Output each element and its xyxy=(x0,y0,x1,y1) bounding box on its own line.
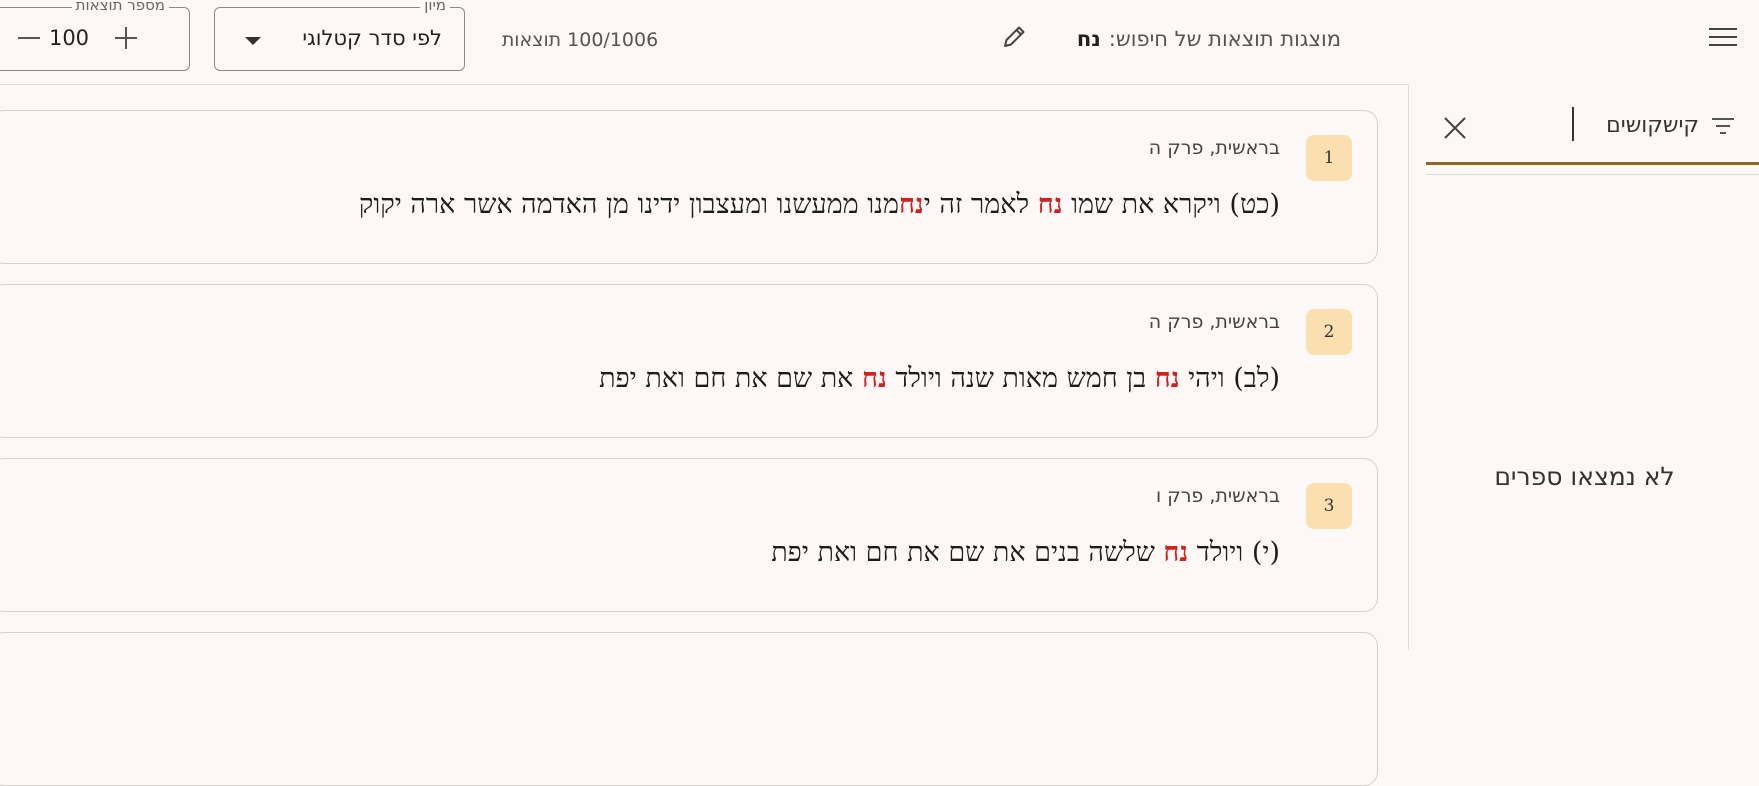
highlighted-term: נח xyxy=(861,363,887,394)
sort-legend: מיון xyxy=(420,0,450,14)
result-card[interactable] xyxy=(0,632,1378,786)
chevron-down-icon xyxy=(245,37,261,45)
highlighted-term: נח xyxy=(1163,537,1189,568)
hamburger-menu-icon[interactable] xyxy=(1708,22,1738,52)
results-number-stepper[interactable]: מספר תוצאות 100 xyxy=(0,0,190,71)
result-card[interactable]: 2 בראשית, פרק ה (לב) ויהי נח בן חמש מאות… xyxy=(0,284,1378,438)
search-term: נח xyxy=(1076,27,1101,51)
no-books-message: לא נמצאו ספרים xyxy=(1494,462,1675,491)
highlighted-term: נח xyxy=(898,189,924,220)
search-summary: מוצגות תוצאות של חיפוש: נח xyxy=(1077,22,1341,56)
sort-value: לפי סדר קטלוגי xyxy=(302,26,442,50)
sort-dropdown[interactable]: מיון לפי סדר קטלוגי xyxy=(214,0,465,71)
top-bar: מוצגות תוצאות של חיפוש: נח 100/1006 תוצאו… xyxy=(0,0,1759,85)
search-prefix: מוצגות תוצאות של חיפוש: xyxy=(1108,27,1341,51)
book-filter-input[interactable]: קישקושים xyxy=(1529,106,1699,146)
plus-icon[interactable] xyxy=(111,23,141,53)
edit-pencil-icon[interactable] xyxy=(999,22,1029,52)
books-filter-sidebar: קישקושים לא נמצאו ספרים xyxy=(1408,84,1759,650)
highlighted-term: נח xyxy=(1037,189,1063,220)
text-cursor xyxy=(1572,107,1574,141)
result-number-badge: 3 xyxy=(1306,483,1352,529)
result-number-badge: 1 xyxy=(1306,135,1352,181)
result-reference: בראשית, פרק ה xyxy=(1148,137,1280,159)
result-verse: (לב) ויהי נח בן חמש מאות שנה ויולד נח את… xyxy=(599,363,1280,394)
results-number-legend: מספר תוצאות xyxy=(71,0,169,14)
close-icon[interactable] xyxy=(1442,115,1468,141)
result-verse: (כט) ויקרא את שמו נח לאמר זה ינחמנו ממעש… xyxy=(358,189,1280,220)
results-count: 100/1006 תוצאות xyxy=(501,29,659,51)
filter-icon[interactable] xyxy=(1710,113,1736,139)
minus-icon[interactable] xyxy=(14,23,44,53)
result-reference: בראשית, פרק ו xyxy=(1156,485,1280,507)
result-card[interactable]: 1 בראשית, פרק ה (כט) ויקרא את שמו נח לאמ… xyxy=(0,110,1378,264)
results-number-value[interactable]: 100 xyxy=(41,26,97,50)
result-reference: בראשית, פרק ה xyxy=(1148,311,1280,333)
result-verse: (י) ויולד נח שלשה בנים את שם את חם ואת י… xyxy=(771,537,1280,568)
result-card[interactable]: 3 בראשית, פרק ו (י) ויולד נח שלשה בנים א… xyxy=(0,458,1378,612)
sidebar-divider xyxy=(1426,174,1759,175)
highlighted-term: נח xyxy=(1154,363,1180,394)
input-underline xyxy=(1426,162,1759,165)
result-number-badge: 2 xyxy=(1306,309,1352,355)
